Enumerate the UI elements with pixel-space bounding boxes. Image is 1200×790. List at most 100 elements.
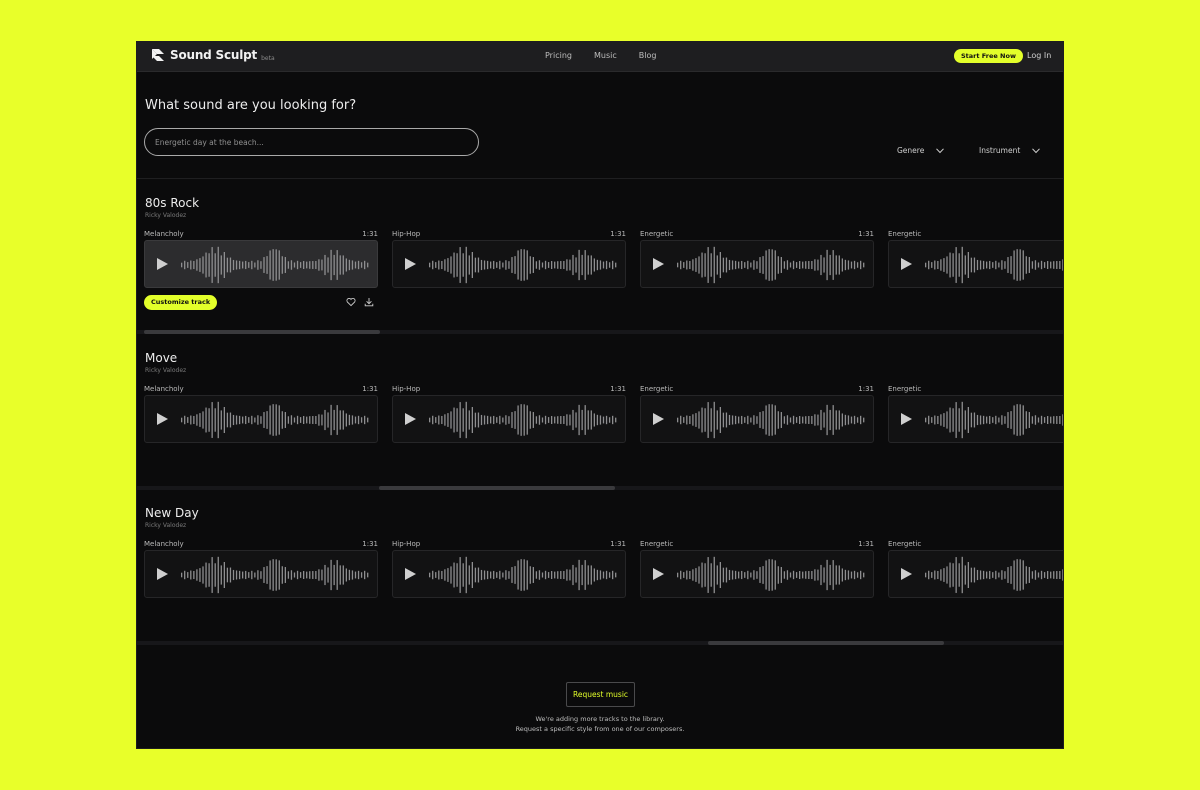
horizontal-scrollbar[interactable]	[137, 641, 1063, 645]
track-player-card[interactable]	[888, 550, 1063, 598]
play-icon[interactable]	[901, 258, 912, 270]
play-icon[interactable]	[157, 258, 168, 270]
play-icon[interactable]	[901, 413, 912, 425]
heart-icon[interactable]	[346, 297, 356, 307]
customize-track-button[interactable]: Customize track	[144, 295, 218, 310]
track-player-card[interactable]	[640, 550, 874, 598]
waveform-bar	[1037, 262, 1040, 268]
track-player-card[interactable]	[392, 550, 626, 598]
waveform-bar	[1050, 416, 1052, 424]
start-free-button[interactable]: Start Free Now	[954, 49, 1023, 63]
waveform-bar	[490, 261, 492, 269]
waveform-bar	[269, 560, 271, 590]
play-icon[interactable]	[157, 568, 168, 580]
waveform-bar	[502, 417, 504, 423]
waveform-bar	[309, 416, 311, 424]
waveform-bar	[1001, 415, 1003, 425]
waveform-bar	[695, 258, 697, 272]
play-icon[interactable]	[405, 258, 416, 270]
waveform-bar	[336, 405, 338, 435]
waveform-bar	[1022, 405, 1024, 435]
search-box[interactable]	[144, 128, 479, 156]
play-icon[interactable]	[405, 568, 416, 580]
track-genre: Energetic	[888, 385, 922, 393]
waveform-bar	[199, 413, 201, 427]
waveform-bar	[184, 260, 186, 270]
waveform-bar	[523, 559, 525, 591]
track-player-card[interactable]	[144, 550, 378, 598]
play-icon[interactable]	[405, 413, 416, 425]
waveform-bar	[808, 261, 810, 269]
waveform-bar	[514, 566, 516, 584]
scrollbar-thumb[interactable]	[708, 641, 944, 645]
waveform-bar	[1025, 411, 1027, 429]
scrollbar-thumb[interactable]	[379, 486, 615, 490]
waveform-bar	[940, 569, 942, 581]
play-icon[interactable]	[901, 568, 912, 580]
waveform-bar	[792, 570, 795, 580]
waveform-bar	[986, 261, 988, 269]
genre-filter-dropdown[interactable]: Genere	[897, 146, 945, 155]
waveform-bar	[554, 261, 556, 269]
waveform-bar	[680, 415, 682, 425]
waveform-bar	[719, 252, 721, 278]
login-link[interactable]: Log In	[1027, 51, 1051, 60]
waveform-bar	[964, 255, 966, 275]
waveform-bar	[351, 415, 354, 425]
waveform-bar	[759, 567, 761, 583]
waveform-bar	[934, 260, 936, 270]
waveform-bar	[774, 405, 776, 435]
waveform-bar	[217, 401, 219, 439]
waveform-bar	[566, 259, 568, 271]
waveform-bar	[979, 260, 982, 270]
track-player-card[interactable]	[392, 240, 626, 288]
instrument-filter-dropdown[interactable]: Instrument	[979, 146, 1041, 155]
track-player-card[interactable]	[144, 395, 378, 443]
waveform-bar	[612, 415, 614, 425]
waveform-bar	[976, 259, 979, 271]
waveform-bar	[795, 572, 798, 578]
horizontal-scrollbar[interactable]	[137, 486, 1063, 490]
waveform-bar	[306, 571, 308, 579]
track-player-card[interactable]	[144, 240, 378, 288]
request-music-button[interactable]: Request music	[566, 682, 636, 707]
waveform-bar	[367, 417, 369, 423]
waveform-bar	[952, 563, 954, 587]
waveform-bar	[486, 415, 489, 425]
nav-link-pricing[interactable]: Pricing	[545, 51, 572, 60]
track-player-card[interactable]	[888, 395, 1063, 443]
track-player-card[interactable]	[392, 395, 626, 443]
waveform-bar	[707, 557, 709, 593]
waveform-bar	[560, 261, 562, 269]
waveform-bar	[520, 559, 522, 591]
horizontal-scrollbar[interactable]	[137, 330, 1063, 334]
nav-link-music[interactable]: Music	[594, 51, 617, 60]
track-genre: Hip-Hop	[392, 230, 421, 238]
waveform-bar	[447, 258, 449, 272]
brand-logo[interactable]: Sound Sculpt beta	[151, 48, 275, 62]
waveform-bar	[605, 415, 608, 425]
play-icon[interactable]	[653, 258, 664, 270]
track-player-card[interactable]	[640, 240, 874, 288]
play-icon[interactable]	[157, 413, 168, 425]
waveform-bar	[946, 256, 948, 274]
waveform-bar	[242, 261, 244, 269]
waveform-bar	[238, 260, 241, 270]
search-input[interactable]	[153, 137, 457, 148]
waveform-bar	[538, 415, 541, 425]
scrollbar-thumb[interactable]	[144, 330, 380, 334]
nav-link-blog[interactable]: Blog	[639, 51, 657, 60]
waveform-bar	[811, 261, 813, 269]
waveform-bar	[1034, 570, 1037, 580]
waveform-bar	[496, 417, 498, 423]
waveform-bar	[850, 571, 853, 579]
waveform-bar	[557, 416, 559, 424]
waveform-bar	[324, 409, 326, 431]
download-icon[interactable]	[364, 297, 374, 307]
track-player-card[interactable]	[888, 240, 1063, 288]
play-icon[interactable]	[653, 413, 664, 425]
track-player-card[interactable]	[640, 395, 874, 443]
waveform-bar	[692, 259, 694, 271]
play-icon[interactable]	[653, 568, 664, 580]
section-title: Move	[145, 351, 178, 365]
